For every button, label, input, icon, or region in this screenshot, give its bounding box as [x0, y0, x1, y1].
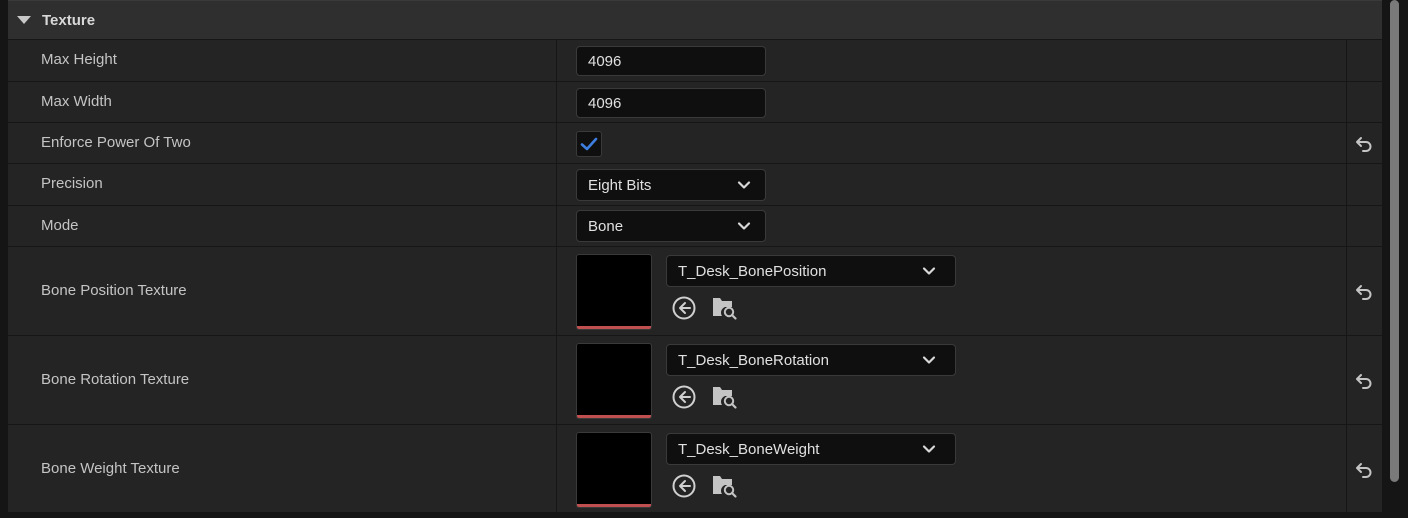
folder-search-icon [713, 298, 737, 320]
property-label: Bone Position Texture [41, 282, 187, 299]
reset-arrow-icon[interactable] [1352, 458, 1376, 482]
asset-picker-dropdown[interactable]: T_Desk_BoneWeight [666, 433, 956, 465]
asset-picker-dropdown[interactable]: T_Desk_BonePosition [666, 255, 956, 287]
column-divider [1346, 40, 1347, 81]
column-divider[interactable] [556, 123, 557, 163]
reset-arrow-icon[interactable] [1352, 280, 1376, 304]
property-row-mode: Mode Bone [8, 206, 1382, 247]
property-row-max-width: Max Width [8, 82, 1382, 123]
scrollbar-thumb[interactable] [1390, 0, 1399, 482]
asset-name: T_Desk_BoneRotation [678, 351, 829, 369]
property-row-precision: Precision Eight Bits [8, 164, 1382, 206]
column-divider[interactable] [556, 425, 557, 512]
dropdown-value: Bone [588, 217, 624, 235]
column-divider[interactable] [556, 82, 557, 122]
dropdown-value: Eight Bits [588, 176, 652, 194]
column-divider [1346, 164, 1347, 205]
property-label: Max Height [41, 51, 117, 68]
section-header-texture[interactable]: Texture [8, 0, 1382, 40]
property-row-max-height: Max Height [8, 40, 1382, 82]
column-divider[interactable] [556, 40, 557, 81]
reset-arrow-icon[interactable] [1352, 369, 1376, 393]
column-divider[interactable] [556, 247, 557, 335]
property-label: Bone Weight Texture [41, 460, 180, 477]
arrow-left-circle-icon [672, 474, 696, 498]
browse-to-asset-button[interactable] [710, 471, 738, 499]
folder-search-icon [713, 476, 737, 498]
precision-dropdown[interactable]: Eight Bits [576, 169, 766, 201]
panel-bottom-edge [0, 512, 1408, 518]
column-divider[interactable] [556, 164, 557, 205]
property-label: Mode [41, 217, 79, 234]
column-divider[interactable] [556, 336, 557, 424]
property-label: Precision [41, 175, 103, 192]
texture-thumbnail[interactable] [576, 432, 652, 508]
texture-thumbnail[interactable] [576, 343, 652, 419]
asset-type-color-bar [577, 504, 651, 507]
column-divider [1346, 425, 1347, 512]
checkmark-icon [580, 137, 598, 151]
folder-search-icon [713, 387, 737, 409]
column-divider[interactable] [556, 206, 557, 246]
texture-thumbnail[interactable] [576, 254, 652, 330]
property-row-bone-rotation-texture: Bone Rotation Texture T_Desk_BoneRotatio… [8, 336, 1382, 425]
max-width-input[interactable] [576, 88, 766, 118]
use-selected-asset-button[interactable] [670, 294, 698, 322]
property-row-enforce-power-of-two: Enforce Power Of Two [8, 123, 1382, 164]
details-panel: Texture Max Height Max Width Enforce Pow… [8, 0, 1382, 512]
property-label: Max Width [41, 93, 112, 110]
column-divider [1346, 206, 1347, 246]
chevron-down-icon [737, 181, 751, 189]
use-selected-asset-button[interactable] [670, 472, 698, 500]
chevron-down-icon [922, 356, 936, 364]
asset-name: T_Desk_BoneWeight [678, 440, 820, 458]
asset-picker-dropdown[interactable]: T_Desk_BoneRotation [666, 344, 956, 376]
property-row-bone-position-texture: Bone Position Texture T_Desk_BonePositio… [8, 247, 1382, 336]
column-divider [1346, 123, 1347, 163]
column-divider [1346, 82, 1347, 122]
asset-name: T_Desk_BonePosition [678, 262, 827, 280]
asset-type-color-bar [577, 415, 651, 418]
chevron-down-icon [737, 222, 751, 230]
mode-dropdown[interactable]: Bone [576, 210, 766, 242]
chevron-down-icon [922, 267, 936, 275]
section-title: Texture [42, 11, 96, 29]
browse-to-asset-button[interactable] [710, 382, 738, 410]
property-label: Bone Rotation Texture [41, 371, 190, 388]
arrow-left-circle-icon [672, 296, 696, 320]
chevron-down-icon [922, 445, 936, 453]
browse-to-asset-button[interactable] [710, 293, 738, 321]
column-divider [1346, 336, 1347, 424]
triangle-down-icon[interactable] [17, 16, 31, 24]
use-selected-asset-button[interactable] [670, 383, 698, 411]
reset-arrow-icon[interactable] [1352, 132, 1376, 156]
enforce-power-of-two-checkbox[interactable] [576, 131, 602, 157]
property-row-bone-weight-texture: Bone Weight Texture T_Desk_BoneWeight [8, 425, 1382, 512]
max-height-input[interactable] [576, 46, 766, 76]
column-divider [1346, 247, 1347, 335]
asset-type-color-bar [577, 326, 651, 329]
property-label: Enforce Power Of Two [41, 134, 191, 151]
arrow-left-circle-icon [672, 385, 696, 409]
